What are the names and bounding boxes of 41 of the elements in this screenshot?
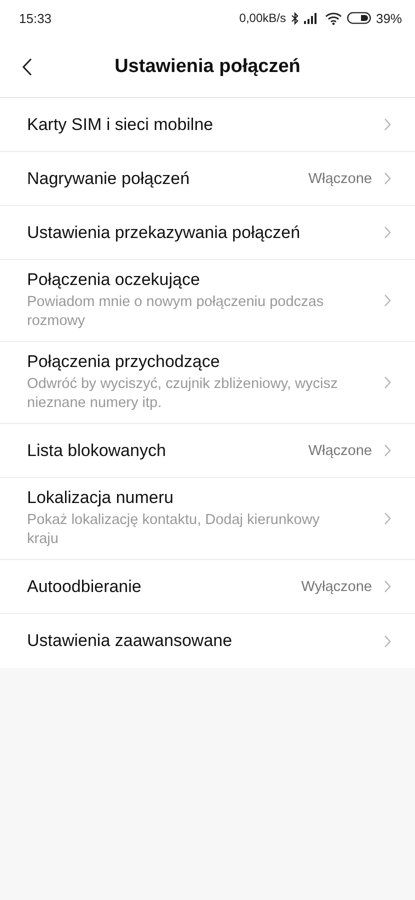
battery-icon <box>346 12 371 24</box>
wifi-icon <box>324 12 342 24</box>
settings-item[interactable]: Lista blokowanych Włączone <box>0 424 415 478</box>
item-title: Lokalizacja numeru <box>27 488 174 508</box>
item-title: Autoodbieranie <box>27 576 142 596</box>
settings-item[interactable]: Autoodbieranie Wyłączone <box>0 560 415 614</box>
item-description: Odwróć by wyciszyć, czujnik zbliżeniowy, wycisz nieznane numery itp. <box>27 375 339 413</box>
item-title: Nagrywanie połączeń <box>27 168 191 188</box>
settings-item[interactable]: Lokalizacja numeru Pokaż lokalizację kontaktu, Dodaj kierunkowy kraju <box>0 478 415 560</box>
page-title: Ustawienia połączeń <box>114 56 300 78</box>
item-value: Wyłączone <box>301 578 372 594</box>
item-title: Połączenia przychodzące <box>27 352 221 372</box>
chevron-icon <box>384 444 391 457</box>
item-title: Ustawienia zaawansowane <box>27 631 234 651</box>
item-description: Powiadom mnie o nowym połączeniu podczas rozmowy <box>27 293 325 331</box>
chevron-icon <box>384 376 391 389</box>
status-time: 15:33 <box>19 10 52 26</box>
item-value: Włączone <box>308 442 372 458</box>
network-speed: 0,00kB/s <box>239 11 286 25</box>
chevron-icon <box>384 512 391 525</box>
chevron-icon <box>384 634 391 648</box>
settings-item[interactable]: Połączenia oczekujące Powiadom mnie o nowym połączeniu podczas rozmowy <box>0 260 415 342</box>
back-button[interactable] <box>20 56 34 78</box>
item-description: Pokaż lokalizację kontaktu, Dodaj kierunkowy kraju <box>27 511 321 549</box>
battery-percent: 39% <box>376 10 402 26</box>
item-title: Ustawienia przekazywania połączeń <box>27 222 302 242</box>
bluetooth-icon <box>290 12 299 24</box>
item-value: Włączone <box>308 170 372 186</box>
chevron-icon <box>384 580 391 593</box>
chevron-icon <box>384 294 391 307</box>
settings-item[interactable]: Ustawienia zaawansowane <box>0 614 415 668</box>
settings-item[interactable]: Ustawienia przekazywania połączeń <box>0 206 415 260</box>
chevron-icon <box>384 118 391 131</box>
settings-item[interactable]: Połączenia przychodzące Odwróć by wyciszyć, czujnik zbliżeniowy, wycisz nieznane numery itp. <box>0 342 415 424</box>
settings-item[interactable]: Nagrywanie połączeń Włączone <box>0 152 415 206</box>
chevron-icon <box>384 172 391 185</box>
item-title: Lista blokowanych <box>27 440 167 460</box>
settings-item[interactable]: Karty SIM i sieci mobilne <box>0 98 415 152</box>
chevron-icon <box>384 226 391 239</box>
item-title: Połączenia oczekujące <box>27 270 201 290</box>
item-title: Karty SIM i sieci mobilne <box>27 114 214 134</box>
